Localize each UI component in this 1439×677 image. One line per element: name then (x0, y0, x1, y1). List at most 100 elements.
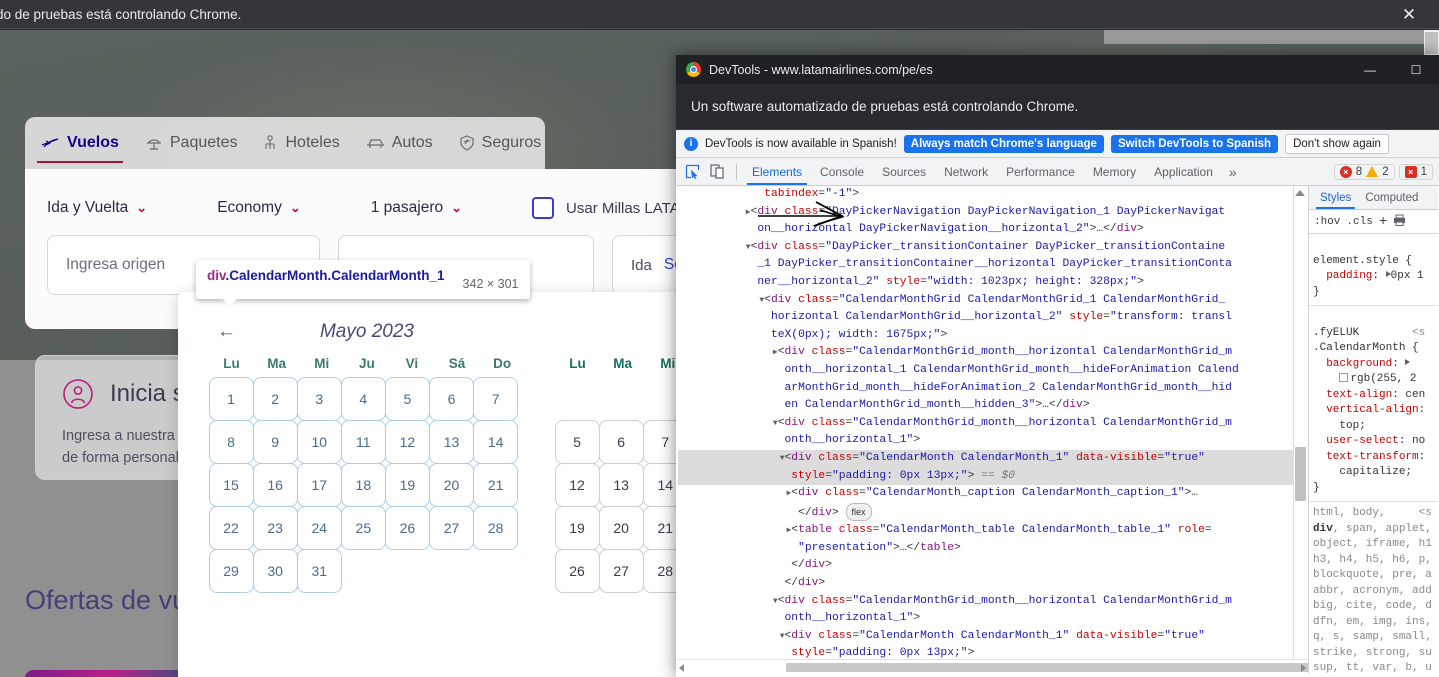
trip-type-selector[interactable]: Ida y Vuelta ⌄ (47, 199, 147, 217)
calendar-day[interactable]: 14 (473, 419, 519, 464)
use-miles-option[interactable]: Usar Millas LATAM (532, 197, 692, 219)
dom-tree-line[interactable]: en CalendarMonthGrid_month__hidden_3">…<… (678, 397, 1308, 415)
tab-autos[interactable]: Autos (362, 117, 437, 169)
dom-tree-line[interactable]: teX(0px); width: 1675px;"> (678, 327, 1308, 345)
print-media-icon[interactable] (1393, 214, 1406, 230)
element-style-rule[interactable]: element.style { padding: 0px 1 } (1309, 234, 1438, 306)
dom-tree-line[interactable]: ▼<div class="DayPicker_transitionContain… (678, 239, 1308, 257)
new-style-rule-icon[interactable]: + (1379, 214, 1387, 230)
tab-application[interactable]: Application (1145, 158, 1222, 185)
dom-tree-line[interactable]: onth__horizontal_1"> (678, 610, 1308, 628)
decl-text-align-prop[interactable]: text-align (1326, 389, 1392, 401)
color-swatch[interactable] (1339, 373, 1349, 382)
tab-performance[interactable]: Performance (997, 158, 1084, 185)
use-miles-checkbox[interactable] (532, 197, 555, 219)
calendar-day[interactable]: 12 (554, 462, 600, 507)
previous-month-arrow-icon[interactable]: ← (217, 322, 236, 341)
calendar-day[interactable]: 7 (473, 376, 519, 421)
calendar-day[interactable]: 20 (428, 462, 475, 507)
calendar-day[interactable]: 6 (428, 376, 475, 421)
tab-sources[interactable]: Sources (873, 158, 935, 185)
cls-toggle[interactable]: .cls (1346, 216, 1372, 228)
dom-tree-line[interactable]: style="padding: 0px 13px;"> == $0 (678, 467, 1308, 486)
tab-computed[interactable]: Computed (1358, 186, 1425, 209)
minimize-icon[interactable]: — (1347, 55, 1393, 84)
calendar-day[interactable]: 18 (340, 462, 386, 507)
calendar-day[interactable]: 5 (384, 376, 430, 421)
calendar-day[interactable]: 12 (384, 419, 430, 464)
cabin-class-selector[interactable]: Economy ⌄ (217, 199, 301, 217)
dom-tree-scrollbar-thumb[interactable] (1295, 447, 1306, 501)
device-toolbar-icon[interactable] (705, 159, 730, 185)
calendar-day[interactable]: 25 (340, 505, 386, 550)
dom-tree-horizontal-scrollbar[interactable] (676, 659, 1308, 673)
dom-tree-line[interactable]: </div> (678, 557, 1308, 575)
decl-user-select-prop[interactable]: user-select (1326, 435, 1399, 447)
dom-tree-line[interactable]: ▶<div class="CalendarMonthGrid_month__ho… (678, 344, 1308, 362)
dom-tree-line[interactable]: ▶<div class="DayPickerNavigation DayPick… (678, 204, 1308, 222)
calendar-day[interactable]: 21 (473, 462, 519, 507)
calendar-month-rule[interactable]: .fyELUK <s .CalendarMonth { background: … (1309, 306, 1438, 502)
calendar-day[interactable]: 16 (252, 462, 298, 507)
user-agent-rule[interactable]: html, body, <s div, span, applet, object, … (1309, 502, 1438, 673)
dont-show-again-button[interactable]: Don't show again (1285, 133, 1389, 154)
calendar-day[interactable]: 2 (252, 376, 298, 421)
calendar-day[interactable]: 26 (384, 505, 430, 550)
tab-styles[interactable]: Styles (1313, 186, 1358, 209)
decl-background-prop[interactable]: background (1326, 358, 1392, 370)
calendar-day[interactable]: 22 (208, 505, 254, 550)
dom-tree-line[interactable]: ▼<div class="CalendarMonth CalendarMonth… (678, 628, 1308, 646)
decl-text-align-value[interactable]: cen (1405, 389, 1425, 401)
calendar-day[interactable]: 27 (428, 505, 475, 550)
calendar-day[interactable]: 31 (296, 548, 342, 593)
calendar-day[interactable]: 5 (554, 419, 600, 464)
calendar-day[interactable]: 19 (554, 505, 600, 550)
calendar-day[interactable]: 13 (428, 419, 475, 464)
calendar-day[interactable]: 17 (296, 462, 342, 507)
dom-tree-line[interactable]: ▼<div class="CalendarMonthGrid CalendarM… (678, 292, 1308, 310)
dom-tree-line[interactable]: ▼<div class="CalendarMonthGrid_month__ho… (678, 593, 1308, 611)
dom-tree-hscrollbar-thumb[interactable] (786, 663, 1308, 672)
dom-tree-pane[interactable]: tabindex="-1"> ▶<div class="DayPickerNav… (676, 186, 1309, 673)
calendar-day[interactable]: 26 (554, 548, 600, 593)
calendar-day[interactable]: 4 (340, 376, 386, 421)
calendar-day[interactable]: 6 (598, 419, 644, 464)
decl-user-select-value[interactable]: no (1412, 435, 1425, 447)
calendar-day[interactable]: 11 (340, 419, 386, 464)
dom-tree-line[interactable]: _1 DayPicker_transitionContainer__horizo… (678, 256, 1308, 274)
decl-vertical-align-prop[interactable]: vertical-align (1326, 404, 1418, 416)
calendar-day[interactable]: 9 (252, 419, 298, 464)
calendar-day[interactable]: 23 (252, 505, 298, 550)
calendar-day[interactable]: 15 (208, 462, 254, 507)
dom-tree-vertical-scrollbar[interactable] (1293, 186, 1308, 673)
calendar-day[interactable]: 19 (384, 462, 430, 507)
calendar-day[interactable]: 27 (598, 548, 644, 593)
dom-tree-line[interactable]: ▶<table class="CalendarMonth_table Calen… (678, 522, 1308, 540)
dom-tree-line[interactable]: ▼<div class="CalendarMonth CalendarMonth… (678, 449, 1308, 468)
dom-tree-line[interactable]: "presentation">…</table> (678, 540, 1308, 558)
tab-elements[interactable]: Elements (743, 158, 811, 185)
calendar-day[interactable]: 24 (296, 505, 342, 550)
calendar-day[interactable]: 8 (208, 419, 254, 464)
close-icon[interactable]: ✕ (1389, 0, 1429, 29)
decl-vertical-align-value[interactable]: top; (1339, 420, 1365, 432)
dom-tree-line[interactable]: tabindex="-1"> (678, 186, 1308, 204)
tab-network[interactable]: Network (935, 158, 997, 185)
element-style-property[interactable]: padding (1326, 270, 1372, 282)
calendar-day[interactable]: 10 (296, 419, 342, 464)
scroll-up-icon[interactable] (1295, 190, 1305, 196)
tab-console[interactable]: Console (811, 158, 873, 185)
decl-text-transform-prop[interactable]: text-transform (1326, 451, 1418, 463)
issues-badge[interactable]: × 1 (1398, 163, 1433, 180)
dom-tree-line[interactable]: </div> flex (678, 502, 1308, 523)
passengers-selector[interactable]: 1 pasajero ⌄ (371, 199, 462, 217)
error-warning-badge[interactable]: × 8 2 (1333, 163, 1395, 180)
calendar-day[interactable]: 30 (252, 548, 298, 593)
expand-icon[interactable] (1405, 358, 1411, 365)
hov-toggle[interactable]: :hov (1314, 216, 1340, 228)
scroll-right-icon[interactable] (1301, 664, 1306, 672)
dom-tree-line[interactable]: horizontal CalendarMonthGrid__horizontal… (678, 309, 1308, 327)
tab-seguros[interactable]: Seguros (455, 117, 546, 169)
rule-source[interactable]: <s (1412, 327, 1425, 339)
dom-tree[interactable]: tabindex="-1"> ▶<div class="DayPickerNav… (676, 186, 1308, 673)
